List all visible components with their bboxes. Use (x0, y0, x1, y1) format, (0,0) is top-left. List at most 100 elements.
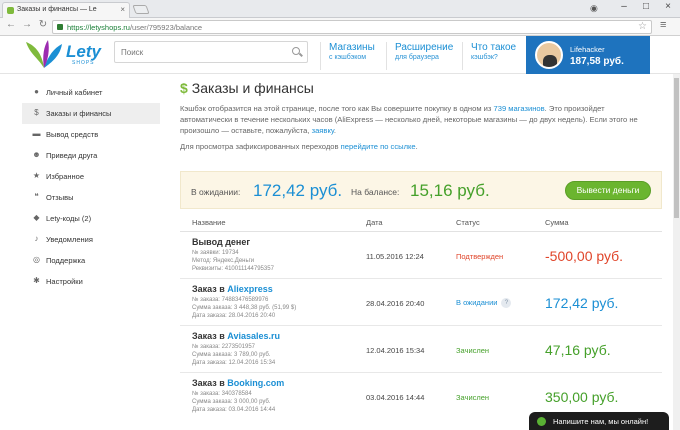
user-menu[interactable]: Lifehacker 187,58 руб. (526, 36, 650, 74)
pending-label: В ожидании: (191, 187, 241, 197)
url-domain: https://letyshops.ru (67, 23, 130, 32)
row-title: Заказ в Aliexpress (192, 284, 273, 294)
nav-cashback-sub: кэшбэк? (471, 54, 498, 61)
sidebar: ● Личный кабинет $ Заказы и финансы ▬ Вывод… (22, 82, 160, 292)
user-balance: 187,58 руб. (570, 56, 624, 67)
minimize-icon[interactable]: – (614, 1, 634, 12)
bookmark-star-icon[interactable]: ☆ (638, 21, 647, 32)
close-window-icon[interactable]: × (658, 1, 678, 12)
lock-icon (57, 24, 63, 30)
nav-cashback-title: Что такое (471, 42, 517, 53)
sidebar-item-label: Личный кабинет (46, 88, 103, 97)
url-path: /user/795923/balance (129, 23, 203, 32)
search-icon[interactable] (292, 47, 300, 55)
status-badge: Зачислен (456, 393, 490, 402)
row-detail: Сумма заказа: 3 448,38 руб. (51,99 $) (192, 305, 297, 311)
sidebar-item-label: Поддержка (46, 256, 86, 265)
forward-icon[interactable]: → (20, 19, 34, 30)
status-text: В ожидании (456, 298, 498, 307)
row-detail: № заказа: 74883476589976 (192, 297, 269, 303)
shops-count-link[interactable]: 739 магазинов (494, 104, 545, 113)
row-title-text: Заказ в (192, 331, 228, 341)
favicon-icon (7, 7, 14, 14)
row-detail: № заявки: 19734 (192, 250, 239, 256)
reload-icon[interactable]: ↻ (36, 19, 50, 30)
sidebar-item-notifications[interactable]: ♪ Уведомления (22, 229, 160, 250)
url-field[interactable]: https://letyshops.ru/user/795923/balance… (52, 20, 652, 34)
help-icon[interactable]: ? (501, 298, 512, 309)
request-link[interactable]: заявку (312, 126, 334, 135)
nav-cashback-info[interactable]: Что такое кэшбэк? (462, 42, 526, 70)
row-title: Заказ в Aviasales.ru (192, 331, 280, 341)
comments-icon: ❝ (34, 192, 39, 201)
nav-extension[interactable]: Расширение для браузера (386, 42, 462, 70)
dollar-icon: $ (34, 108, 39, 117)
store-link[interactable]: Booking.com (227, 378, 284, 388)
balance-label: На балансе: (351, 187, 400, 197)
new-tab-button[interactable] (132, 5, 150, 14)
sidebar-item-referral[interactable]: ☻ Приведи друга (22, 145, 160, 166)
maximize-icon[interactable]: □ (636, 1, 656, 12)
table-row: Вывод денег № заявки: 19734 Метод: Яндек… (180, 232, 662, 279)
profile-icon[interactable]: ◉ (590, 3, 598, 14)
chat-widget[interactable]: Напишите нам, мы онлайн! (529, 412, 669, 430)
intro-part: . (333, 126, 337, 135)
sidebar-item-reviews[interactable]: ❝ Отзывы (22, 187, 160, 208)
user-name: Lifehacker (570, 45, 605, 54)
sidebar-item-settings[interactable]: ✱ Настройки (22, 271, 160, 292)
bell-icon: ♪ (34, 234, 39, 243)
search-input[interactable] (114, 41, 308, 63)
sidebar-item-favorites[interactable]: ★ Избранное (22, 166, 160, 187)
col-date[interactable]: Дата (366, 218, 383, 227)
row-title: Вывод денег (192, 237, 250, 247)
back-icon[interactable]: ← (4, 19, 18, 30)
sidebar-item-label: Приведи друга (46, 151, 98, 160)
row-detail: Дата заказа: 03.04.2016 14:44 (192, 407, 276, 413)
tab-close-icon[interactable]: × (120, 5, 125, 14)
row-detail: Сумма заказа: 3 789,00 руб. (192, 352, 271, 358)
browser-menu-icon[interactable]: ≡ (660, 19, 666, 31)
withdraw-button[interactable]: Вывести деньги (565, 181, 651, 200)
col-name[interactable]: Название (192, 218, 226, 227)
sidebar-item-orders[interactable]: $ Заказы и финансы (22, 103, 160, 124)
store-link[interactable]: Aliexpress (227, 284, 273, 294)
gear-icon: ✱ (33, 276, 40, 285)
user-icon: ● (34, 87, 39, 96)
nav-shops-sub: с кэшбэком (329, 54, 367, 61)
sidebar-item-withdraw[interactable]: ▬ Вывод средств (22, 124, 160, 145)
lifebuoy-icon: ◎ (33, 255, 40, 264)
intro-text: Кэшбэк отобразится на этой странице, пос… (180, 103, 650, 136)
page-title-text: Заказы и финансы (191, 80, 314, 96)
sidebar-item-label: Настройки (46, 277, 83, 286)
row-detail: № заказа: 2273501957 (192, 344, 256, 350)
logo-subtext: SHOPS (72, 60, 95, 66)
browser-tab-bar: Заказы и финансы — Le × ◉ – □ × (0, 0, 680, 18)
row-sum: -500,00 руб. (545, 248, 624, 264)
row-date: 28.04.2016 20:40 (366, 299, 425, 308)
scrollbar-thumb[interactable] (674, 78, 679, 218)
tag-icon: ◆ (33, 213, 40, 222)
row-detail: Сумма заказа: 3 000,00 руб. (192, 399, 271, 405)
site-logo[interactable]: Lety SHOPS (24, 36, 101, 72)
sidebar-item-lety-codes[interactable]: ◆ Lety-коды (2) (22, 208, 160, 229)
sidebar-item-label: Lety-коды (2) (46, 214, 92, 223)
status-badge: В ожидании? (456, 298, 512, 309)
col-status[interactable]: Статус (456, 218, 480, 227)
clicks-link[interactable]: перейдите по ссылке (341, 142, 416, 151)
address-bar: ← → ↻ https://letyshops.ru/user/795923/b… (0, 18, 680, 36)
nav-shops[interactable]: Магазины с кэшбэком (320, 42, 390, 70)
intro-part: Кэшбэк отобразится на этой странице, пос… (180, 104, 494, 113)
chat-label: Напишите нам, мы онлайн! (553, 417, 649, 426)
sidebar-item-profile[interactable]: ● Личный кабинет (22, 82, 160, 103)
col-sum[interactable]: Сумма (545, 218, 569, 227)
store-link[interactable]: Aviasales.ru (227, 331, 280, 341)
tab-title: Заказы и финансы — Le (17, 6, 97, 13)
pending-value: 172,42 руб. (253, 181, 343, 200)
nav-extension-sub: для браузера (395, 54, 439, 61)
sidebar-item-support[interactable]: ◎ Поддержка (22, 250, 160, 271)
browser-tab[interactable]: Заказы и финансы — Le × (2, 2, 130, 18)
sidebar-item-label: Уведомления (46, 235, 93, 244)
row-title-text: Заказ в (192, 284, 228, 294)
nav-extension-title: Расширение (395, 42, 454, 53)
row-detail: Дата заказа: 12.04.2016 15:34 (192, 360, 276, 366)
